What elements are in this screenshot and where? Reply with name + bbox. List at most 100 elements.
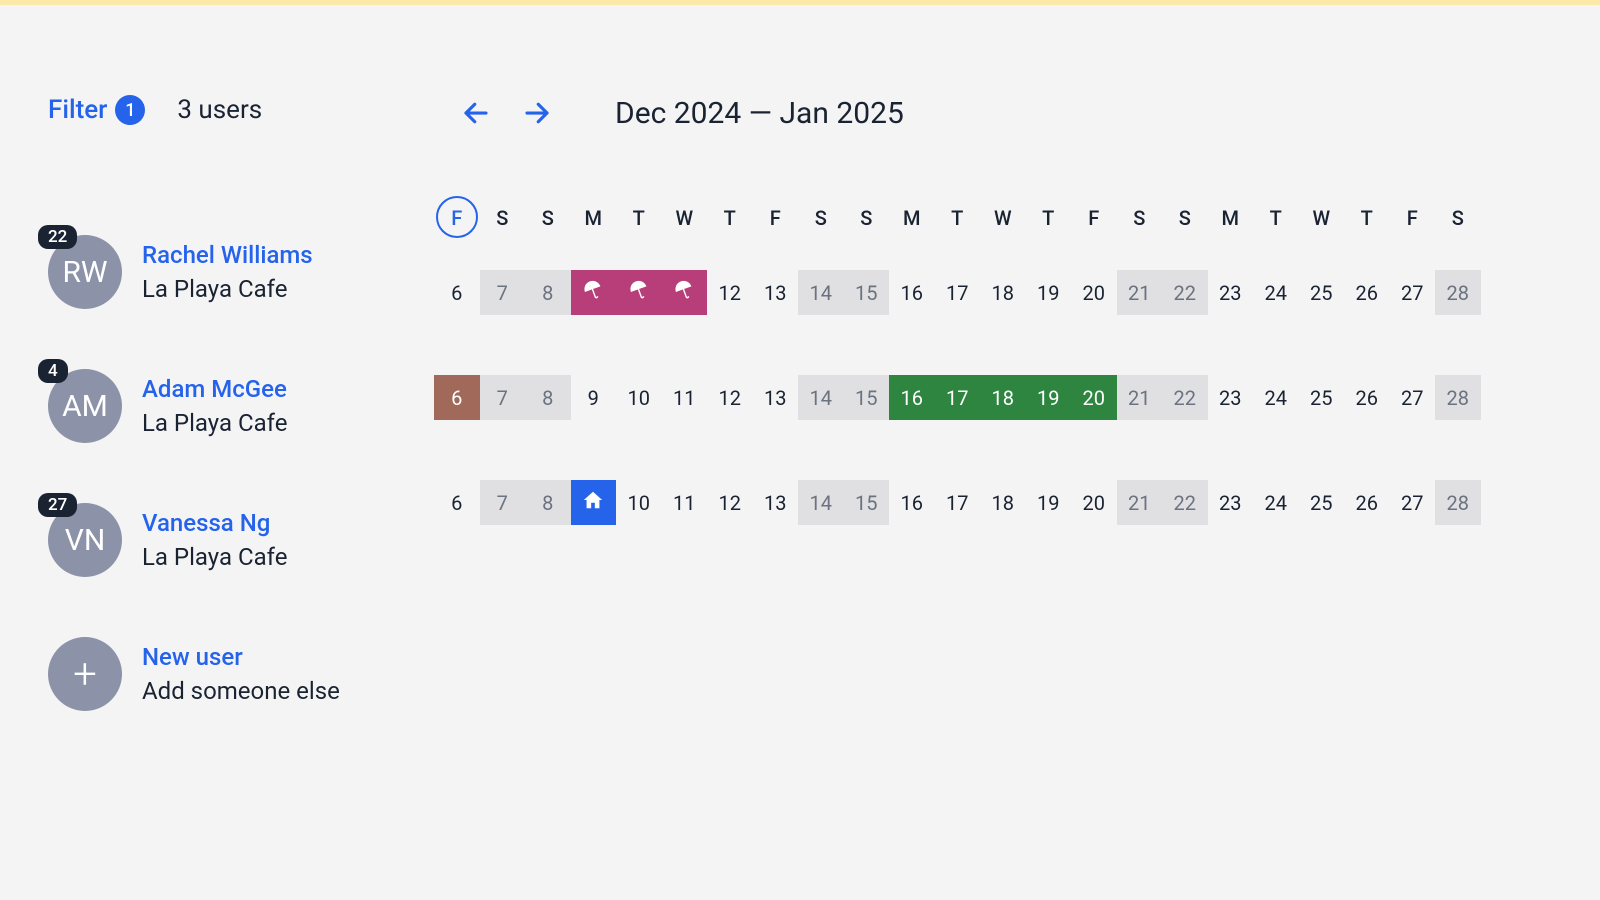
schedule-cell[interactable]: 14 [798, 480, 844, 525]
schedule-cell[interactable]: 17 [935, 480, 981, 525]
schedule-cell[interactable]: 28 [1435, 480, 1481, 525]
schedule-cell[interactable]: 21 [1117, 270, 1163, 315]
schedule-cell[interactable] [616, 270, 662, 315]
schedule-cell[interactable]: 20 [1071, 270, 1117, 315]
schedule-cell[interactable]: 15 [844, 375, 890, 420]
schedule-cell[interactable]: 7 [480, 375, 526, 420]
user-row[interactable]: 22RW Rachel Williams La Playa Cafe [48, 235, 433, 309]
schedule-cell[interactable]: 26 [1344, 375, 1390, 420]
schedule-cell[interactable]: 19 [1026, 480, 1072, 525]
schedule-cell[interactable]: 13 [753, 270, 799, 315]
schedule-cell[interactable]: 15 [844, 480, 890, 525]
schedule-cell[interactable]: 28 [1435, 375, 1481, 420]
add-user-row[interactable]: + New user Add someone else [48, 637, 433, 711]
day-header: M [1208, 206, 1254, 230]
date-nav: Dec 2024 — Jan 2025 [433, 95, 1600, 131]
schedule-cell[interactable]: 7 [480, 480, 526, 525]
schedule-cell[interactable]: 21 [1117, 480, 1163, 525]
schedule-cell[interactable]: 24 [1253, 480, 1299, 525]
schedule-cell[interactable]: 19 [1026, 270, 1072, 315]
schedule-cell[interactable]: 25 [1299, 480, 1345, 525]
schedule-cell[interactable]: 6 [434, 375, 480, 420]
schedule-cell[interactable]: 22 [1162, 375, 1208, 420]
schedule-cell[interactable]: 28 [1435, 270, 1481, 315]
day-header: F [1390, 206, 1436, 230]
schedule-cell[interactable]: 8 [525, 270, 571, 315]
schedule-cell[interactable]: 27 [1390, 375, 1436, 420]
arrow-left-icon [461, 98, 491, 128]
user-sub: La Playa Cafe [142, 275, 313, 303]
umbrella-icon [628, 279, 650, 306]
day-header: S [1162, 206, 1208, 230]
main-panel: Dec 2024 — Jan 2025 FSSMTWTFSSMTWTFSSMTW… [433, 95, 1600, 771]
user-sub: La Playa Cafe [142, 409, 287, 437]
schedule-cell[interactable]: 22 [1162, 270, 1208, 315]
schedule-cell[interactable]: 24 [1253, 270, 1299, 315]
schedule-cell[interactable]: 18 [980, 480, 1026, 525]
schedule-cell[interactable]: 8 [525, 480, 571, 525]
schedule-cell[interactable]: 20 [1071, 480, 1117, 525]
schedule-cell[interactable]: 13 [753, 480, 799, 525]
avatar-badge: 4 [38, 359, 68, 383]
schedule-cell[interactable]: 26 [1344, 480, 1390, 525]
schedule-row: 6789101112131415161718192021222324252627… [433, 375, 1600, 420]
schedule-cell[interactable]: 13 [753, 375, 799, 420]
user-row[interactable]: 27VNVanessa NgLa Playa Cafe [48, 503, 433, 577]
schedule-cell[interactable]: 27 [1390, 480, 1436, 525]
schedule-cell[interactable]: 27 [1390, 270, 1436, 315]
schedule-cell[interactable]: 14 [798, 270, 844, 315]
schedule-cell[interactable]: 11 [662, 375, 708, 420]
filter-button[interactable]: Filter [48, 95, 107, 125]
schedule-cell[interactable]: 16 [889, 375, 935, 420]
schedule-cell[interactable]: 10 [616, 375, 662, 420]
schedule-cell[interactable] [662, 270, 708, 315]
user-row[interactable]: 4AMAdam McGeeLa Playa Cafe [48, 369, 433, 443]
schedule-cell[interactable]: 11 [662, 480, 708, 525]
schedule-cell[interactable]: 26 [1344, 270, 1390, 315]
day-header: T [1253, 206, 1299, 230]
day-header: S [798, 206, 844, 230]
schedule-cell[interactable]: 16 [889, 270, 935, 315]
schedule-cell[interactable]: 21 [1117, 375, 1163, 420]
schedule-cell[interactable]: 23 [1208, 270, 1254, 315]
day-header: S [525, 206, 571, 230]
schedule-cell[interactable]: 12 [707, 375, 753, 420]
schedule-cell[interactable]: 24 [1253, 375, 1299, 420]
schedule-cell[interactable]: 6 [434, 480, 480, 525]
schedule-cell[interactable]: 16 [889, 480, 935, 525]
schedule-cell[interactable]: 22 [1162, 480, 1208, 525]
schedule-cell[interactable]: 23 [1208, 480, 1254, 525]
schedule-cell[interactable]: 19 [1026, 375, 1072, 420]
schedule-cell[interactable]: 9 [571, 375, 617, 420]
schedule-cell[interactable]: 14 [798, 375, 844, 420]
schedule-cell[interactable]: 25 [1299, 375, 1345, 420]
schedule-cell[interactable]: 18 [980, 375, 1026, 420]
schedule-cell[interactable]: 17 [935, 270, 981, 315]
next-button[interactable] [519, 95, 555, 131]
user-name: Vanessa Ng [142, 509, 287, 537]
schedule-cell[interactable]: 12 [707, 480, 753, 525]
schedule-cell[interactable]: 12 [707, 270, 753, 315]
day-header: F [434, 206, 480, 230]
schedule-cell[interactable]: 18 [980, 270, 1026, 315]
day-header: T [1344, 206, 1390, 230]
schedule-cell[interactable]: 6 [434, 270, 480, 315]
schedule-cell[interactable]: 10 [616, 480, 662, 525]
schedule-cell[interactable]: 17 [935, 375, 981, 420]
schedule-cell[interactable] [571, 480, 617, 525]
avatar: 22RW [48, 235, 122, 309]
add-user-avatar: + [48, 637, 122, 711]
schedule-cell[interactable]: 15 [844, 270, 890, 315]
day-header: W [662, 206, 708, 230]
day-header: F [753, 206, 799, 230]
schedule-row: 678 1213141516171819202122232425262728 [433, 270, 1600, 315]
prev-button[interactable] [458, 95, 494, 131]
schedule-cell[interactable] [571, 270, 617, 315]
day-headers-row: FSSMTWTFSSMTWTFSSMTWTFS [433, 206, 1600, 230]
user-name: Rachel Williams [142, 241, 313, 269]
schedule-cell[interactable]: 7 [480, 270, 526, 315]
schedule-cell[interactable]: 8 [525, 375, 571, 420]
schedule-cell[interactable]: 25 [1299, 270, 1345, 315]
schedule-cell[interactable]: 20 [1071, 375, 1117, 420]
schedule-cell[interactable]: 23 [1208, 375, 1254, 420]
